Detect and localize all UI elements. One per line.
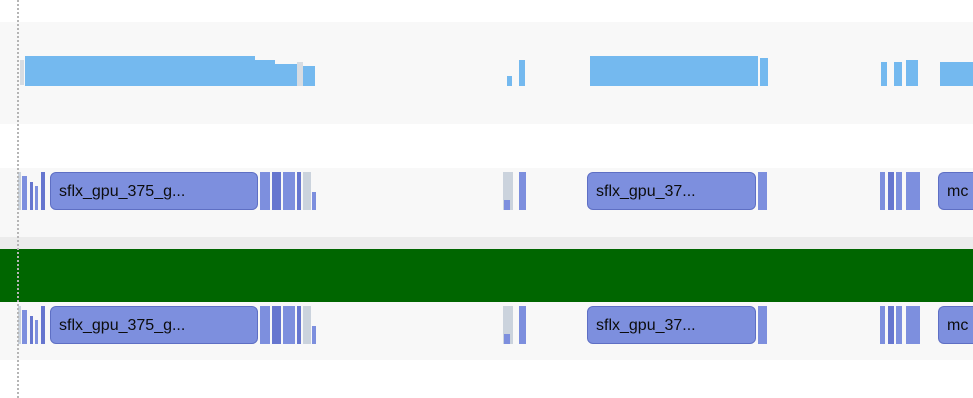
gpu-slices-track-2[interactable]: sflx_gpu_375_g... sflx_gpu_37... mc [0,302,973,361]
slice-sliver [906,306,920,344]
timeline-top-track [0,0,973,23]
slice-sliver [312,326,316,344]
utilization-bar [519,60,525,86]
slice-sliver [312,192,316,210]
slice-sliver [41,172,45,210]
slice-sliver [504,200,510,210]
utilization-bar [881,62,887,86]
slice-sliver [888,172,894,210]
utilization-bar [760,58,768,86]
slice-sliver [260,306,270,344]
highlighted-track[interactable] [0,249,973,302]
utilization-bar [507,76,512,86]
slice-sliver [519,306,526,344]
timeline-bottom-track [0,360,973,398]
slice-sliver [896,306,902,344]
selection-highlight-band [0,249,973,302]
slice-sliver [283,306,295,344]
slice-sliver [272,172,281,210]
slice-sliver [22,310,27,344]
gpu-slices-track-1[interactable]: sflx_gpu_375_g... sflx_gpu_37... mc [0,168,973,238]
slice-sliver [297,306,301,344]
gpu-utilization-track[interactable] [0,22,973,125]
slice-sliver [41,306,45,344]
slice-sliver [272,306,281,344]
slice-sliver [303,172,311,210]
utilization-bar [894,62,902,86]
track-separator [0,237,973,249]
gpu-slice[interactable]: sflx_gpu_37... [587,306,756,344]
slice-sliver [30,182,33,210]
time-cursor-line[interactable] [17,0,19,398]
slice-sliver [758,306,767,344]
gpu-slice[interactable]: mc [938,172,973,210]
slice-sliver [35,186,38,210]
slice-sliver [880,306,885,344]
utilization-bar [940,62,973,86]
slice-sliver [896,172,902,210]
gpu-slice[interactable]: sflx_gpu_375_g... [50,306,258,344]
slice-sliver [888,306,894,344]
slice-sliver [504,334,510,344]
slice-sliver [260,172,270,210]
utilization-bar [303,66,315,86]
slice-sliver [906,172,920,210]
slice-sliver [283,172,295,210]
gpu-slice[interactable]: mc [938,306,973,344]
slice-sliver [297,172,301,210]
utilization-bar [20,60,24,85]
empty-track [0,124,973,169]
slice-sliver [22,176,27,210]
utilization-bar [590,56,758,86]
slice-sliver [30,316,33,344]
slice-sliver [35,320,38,344]
utilization-bar [906,60,918,86]
gpu-slice[interactable]: sflx_gpu_375_g... [50,172,258,210]
slice-sliver [880,172,885,210]
slice-sliver [303,306,311,344]
trace-timeline[interactable]: sflx_gpu_375_g... sflx_gpu_37... mc sflx… [0,0,973,398]
utilization-bar [25,56,255,86]
slice-sliver [519,172,526,210]
gpu-slice[interactable]: sflx_gpu_37... [587,172,756,210]
utilization-bar [275,64,297,86]
utilization-bar [255,60,275,86]
slice-sliver [758,172,767,210]
